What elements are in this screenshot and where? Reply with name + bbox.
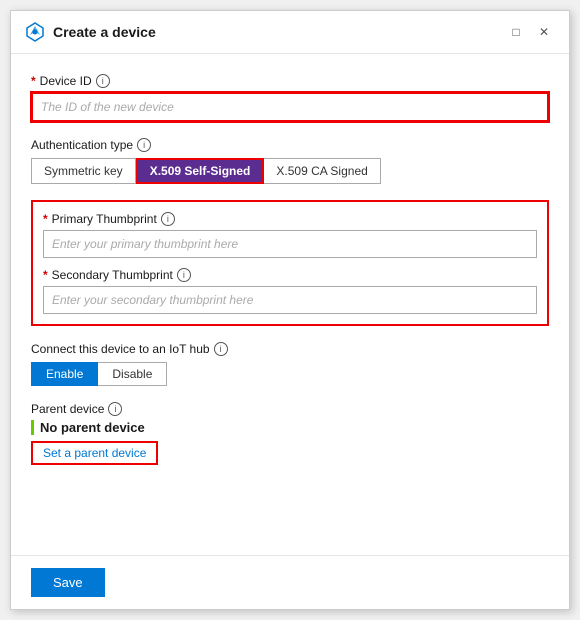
device-id-input[interactable] (31, 92, 549, 122)
connect-hub-info-icon[interactable]: i (214, 342, 228, 356)
auth-type-info-icon[interactable]: i (137, 138, 151, 152)
minimize-button[interactable]: □ (505, 21, 527, 43)
primary-thumbprint-label-text: Primary Thumbprint (52, 212, 157, 226)
auth-btn-x509ca[interactable]: X.509 CA Signed (264, 158, 380, 184)
primary-thumbprint-info-icon[interactable]: i (161, 212, 175, 226)
connect-hub-group: Connect this device to an IoT hub i Enab… (31, 342, 549, 386)
set-parent-device-link[interactable]: Set a parent device (31, 441, 158, 465)
thumbprint-block: * Primary Thumbprint i * Secondary Thumb… (31, 200, 549, 326)
title-bar: Create a device □ ✕ (11, 11, 569, 54)
dialog-footer: Save (11, 555, 569, 609)
device-id-label-text: Device ID (40, 74, 92, 88)
connect-hub-enable-btn[interactable]: Enable (31, 362, 98, 386)
device-id-required: * (31, 74, 36, 88)
create-device-dialog: Create a device □ ✕ * Device ID i Authen… (10, 10, 570, 610)
secondary-thumbprint-required: * (43, 268, 48, 282)
parent-device-info-icon[interactable]: i (108, 402, 122, 416)
device-id-label: * Device ID i (31, 74, 549, 88)
save-button[interactable]: Save (31, 568, 105, 597)
auth-type-label-text: Authentication type (31, 138, 133, 152)
secondary-thumbprint-input[interactable] (43, 286, 537, 314)
auth-type-label: Authentication type i (31, 138, 549, 152)
title-bar-controls: □ ✕ (505, 21, 555, 43)
azure-icon (25, 22, 45, 42)
primary-thumbprint-label: * Primary Thumbprint i (43, 212, 537, 226)
device-id-info-icon[interactable]: i (96, 74, 110, 88)
secondary-thumbprint-group: * Secondary Thumbprint i (43, 268, 537, 314)
close-button[interactable]: ✕ (533, 21, 555, 43)
dialog-title: Create a device (53, 24, 156, 40)
primary-thumbprint-input[interactable] (43, 230, 537, 258)
parent-device-label: Parent device i (31, 402, 549, 416)
secondary-thumbprint-label-text: Secondary Thumbprint (52, 268, 173, 282)
secondary-thumbprint-label: * Secondary Thumbprint i (43, 268, 537, 282)
auth-btn-symmetric[interactable]: Symmetric key (31, 158, 136, 184)
auth-btn-x509self[interactable]: X.509 Self-Signed (136, 158, 265, 184)
title-bar-left: Create a device (25, 22, 156, 42)
connect-hub-label: Connect this device to an IoT hub i (31, 342, 549, 356)
auth-type-group: Authentication type i Symmetric key X.50… (31, 138, 549, 184)
connect-hub-buttons: Enable Disable (31, 362, 549, 386)
dialog-body: * Device ID i Authentication type i Symm… (11, 54, 569, 555)
primary-thumbprint-group: * Primary Thumbprint i (43, 212, 537, 258)
auth-type-buttons: Symmetric key X.509 Self-Signed X.509 CA… (31, 158, 549, 184)
parent-device-label-text: Parent device (31, 402, 104, 416)
device-id-group: * Device ID i (31, 74, 549, 122)
connect-hub-disable-btn[interactable]: Disable (98, 362, 167, 386)
parent-device-group: Parent device i No parent device Set a p… (31, 402, 549, 465)
connect-hub-label-text: Connect this device to an IoT hub (31, 342, 210, 356)
primary-thumbprint-required: * (43, 212, 48, 226)
secondary-thumbprint-info-icon[interactable]: i (177, 268, 191, 282)
no-parent-label: No parent device (31, 420, 549, 435)
